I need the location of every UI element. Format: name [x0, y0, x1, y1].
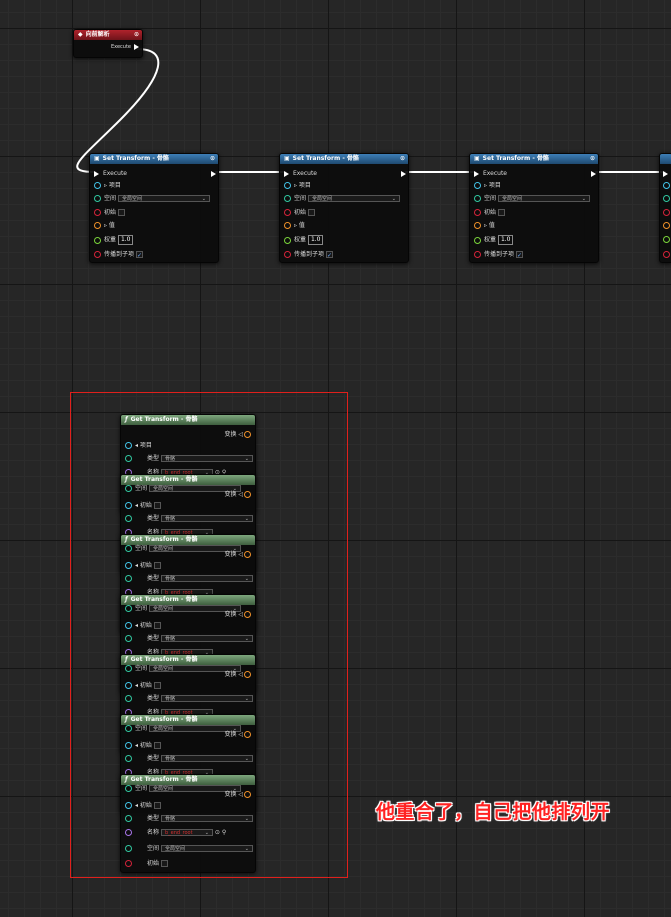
event-icon: ◆ [78, 31, 83, 38]
value-pin[interactable] [94, 222, 101, 229]
space-pin[interactable] [663, 195, 670, 202]
item-label: 项目 [298, 182, 311, 189]
space-pin[interactable] [474, 195, 481, 202]
set-transform-node[interactable]: ▣ Set Transform - 骨骼 ⊙ Execute ▹ 项目 空间 全局空… [89, 153, 219, 263]
propagate-checkbox[interactable]: ✓ [325, 251, 333, 259]
exec-out-pin[interactable] [401, 170, 406, 177]
exec-out-pin[interactable] [591, 170, 596, 177]
item-label: 项目 [108, 182, 121, 189]
weight-input[interactable]: 1.0 [497, 235, 514, 245]
exec-out-pin[interactable] [134, 43, 139, 50]
propagate-label: 传播到子项 [104, 251, 135, 258]
value-label: 值 [298, 222, 305, 229]
event-node-title: 向前解析 [85, 31, 110, 38]
value-pin[interactable] [474, 222, 481, 229]
initial-checkbox[interactable] [497, 209, 505, 216]
propagate-pin[interactable] [474, 251, 481, 258]
weight-input[interactable]: 1.0 [117, 235, 134, 245]
function-icon: ▣ [94, 155, 100, 162]
item-pin[interactable] [284, 182, 291, 189]
weight-label: 权重 [484, 236, 497, 244]
value-pin[interactable] [284, 222, 291, 229]
weight-label: 权重 [104, 236, 117, 244]
weight-input[interactable]: 1.0 [307, 235, 324, 245]
exec-in-pin[interactable] [94, 170, 99, 177]
value-pin[interactable] [663, 222, 670, 229]
exec-out-pin[interactable] [211, 170, 216, 177]
initial-label: 初始 [294, 209, 307, 216]
propagate-label: 传播到子项 [484, 251, 515, 258]
event-node-forward-solve[interactable]: ◆ 向前解析 ⊙ Execute [73, 29, 143, 58]
propagate-pin[interactable] [284, 251, 291, 258]
initial-pin[interactable] [94, 209, 101, 216]
initial-pin[interactable] [474, 209, 481, 216]
propagate-checkbox[interactable]: ✓ [515, 251, 523, 259]
space-label: 空间 [104, 195, 117, 202]
item-pin[interactable] [663, 182, 670, 189]
node-options-icon[interactable]: ⊙ [210, 154, 215, 164]
exec-label: Execute [293, 170, 317, 177]
space-dropdown[interactable]: 全局空间 ⌄ [497, 195, 590, 202]
set-transform-node[interactable]: ▣ Set Transform - 骨骼 ⊙ Execute ▹ 项目 空间 全局空… [279, 153, 409, 263]
propagate-label: 传播到子项 [294, 251, 325, 258]
space-label: 空间 [484, 195, 497, 202]
exec-in-pin[interactable] [284, 170, 289, 177]
set-node-title: Set Transform - 骨骼 [482, 155, 549, 162]
initial-checkbox[interactable] [117, 209, 125, 216]
propagate-pin[interactable] [94, 251, 101, 258]
node-options-icon[interactable]: ⊙ [134, 30, 139, 40]
initial-label: 初始 [104, 209, 117, 216]
item-pin[interactable] [94, 182, 101, 189]
exec-in-pin[interactable] [663, 170, 668, 177]
weight-pin[interactable] [284, 236, 291, 244]
node-options-icon[interactable]: ⊙ [400, 154, 405, 164]
set-node-title: Set Transform - 骨骼 [102, 155, 169, 162]
item-pin[interactable] [474, 182, 481, 189]
exec-label: Execute [103, 170, 127, 177]
space-dropdown[interactable]: 全局空间 ⌄ [117, 195, 210, 202]
exec-in-pin[interactable] [474, 170, 479, 177]
initial-pin[interactable] [663, 209, 670, 216]
space-pin[interactable] [94, 195, 101, 202]
weight-pin[interactable] [94, 236, 101, 244]
weight-label: 权重 [294, 236, 307, 244]
item-label: 项目 [488, 182, 501, 189]
propagate-checkbox[interactable]: ✓ [135, 251, 143, 259]
initial-checkbox[interactable] [307, 209, 315, 216]
set-node-title: Set Transform - 骨骼 [292, 155, 359, 162]
value-label: 值 [488, 222, 495, 229]
exec-out-label: Execute [111, 44, 131, 50]
space-label: 空间 [294, 195, 307, 202]
exec-label: Execute [483, 170, 507, 177]
set-transform-node-partial[interactable] [659, 153, 671, 263]
set-transform-node[interactable]: ▣ Set Transform - 骨骼 ⊙ Execute ▹ 项目 空间 全局空… [469, 153, 599, 263]
weight-pin[interactable] [663, 236, 670, 243]
initial-label: 初始 [484, 209, 497, 216]
value-label: 值 [108, 222, 115, 229]
initial-pin[interactable] [284, 209, 291, 216]
node-options-icon[interactable]: ⊙ [590, 154, 595, 164]
space-dropdown[interactable]: 全局空间 ⌄ [307, 195, 400, 202]
space-pin[interactable] [284, 195, 291, 202]
annotation-selection-box [70, 392, 348, 878]
function-icon: ▣ [284, 155, 290, 162]
annotation-text: 他重合了，自己把他排列开 [376, 801, 611, 823]
propagate-pin[interactable] [663, 251, 670, 258]
function-icon: ▣ [474, 155, 480, 162]
weight-pin[interactable] [474, 236, 481, 244]
